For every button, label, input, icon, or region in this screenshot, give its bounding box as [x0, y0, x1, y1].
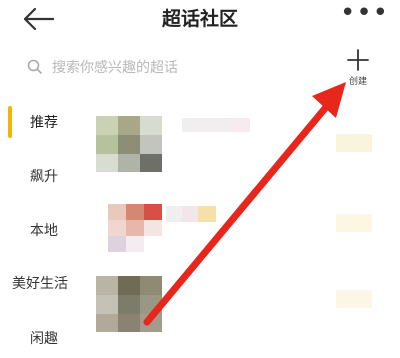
sidebar-item-label: 美好生活: [12, 276, 68, 292]
topic-name: [182, 118, 232, 132]
more-dots-icon: •••: [340, 0, 390, 28]
topic-thumbnail: [96, 276, 162, 332]
follow-button[interactable]: [336, 134, 372, 152]
active-indicator: [8, 106, 12, 138]
sidebar-item-label: 飙升: [30, 169, 58, 185]
sidebar-item-rising[interactable]: 飙升: [0, 156, 90, 196]
follow-button[interactable]: [336, 290, 372, 308]
sidebar-item-label: 闲趣: [30, 331, 58, 347]
sidebar-item-local[interactable]: 本地: [0, 210, 90, 250]
topic-list: [90, 96, 400, 345]
topic-name: [166, 206, 182, 222]
topic-thumbnail: [108, 204, 162, 252]
category-sidebar: 推荐 飙升 本地 美好生活 闲趣: [0, 96, 90, 347]
create-label: 创建: [348, 77, 367, 87]
sidebar-item-leisure[interactable]: 闲趣: [0, 318, 90, 358]
search-row: 创建: [0, 48, 400, 90]
more-button[interactable]: •••: [340, 0, 388, 30]
topic-thumbnail: [96, 116, 162, 172]
create-button[interactable]: 创建: [340, 48, 376, 94]
search-icon: [27, 59, 42, 74]
sidebar-item-recommend[interactable]: 推荐: [0, 102, 90, 142]
plus-icon: [347, 49, 369, 71]
follow-button[interactable]: [336, 214, 372, 232]
search-input[interactable]: [50, 56, 324, 80]
sidebar-item-label: 本地: [30, 223, 58, 239]
sidebar-item-good-life[interactable]: 美好生活: [0, 263, 90, 303]
header-bar: 超话社区 •••: [0, 0, 400, 42]
